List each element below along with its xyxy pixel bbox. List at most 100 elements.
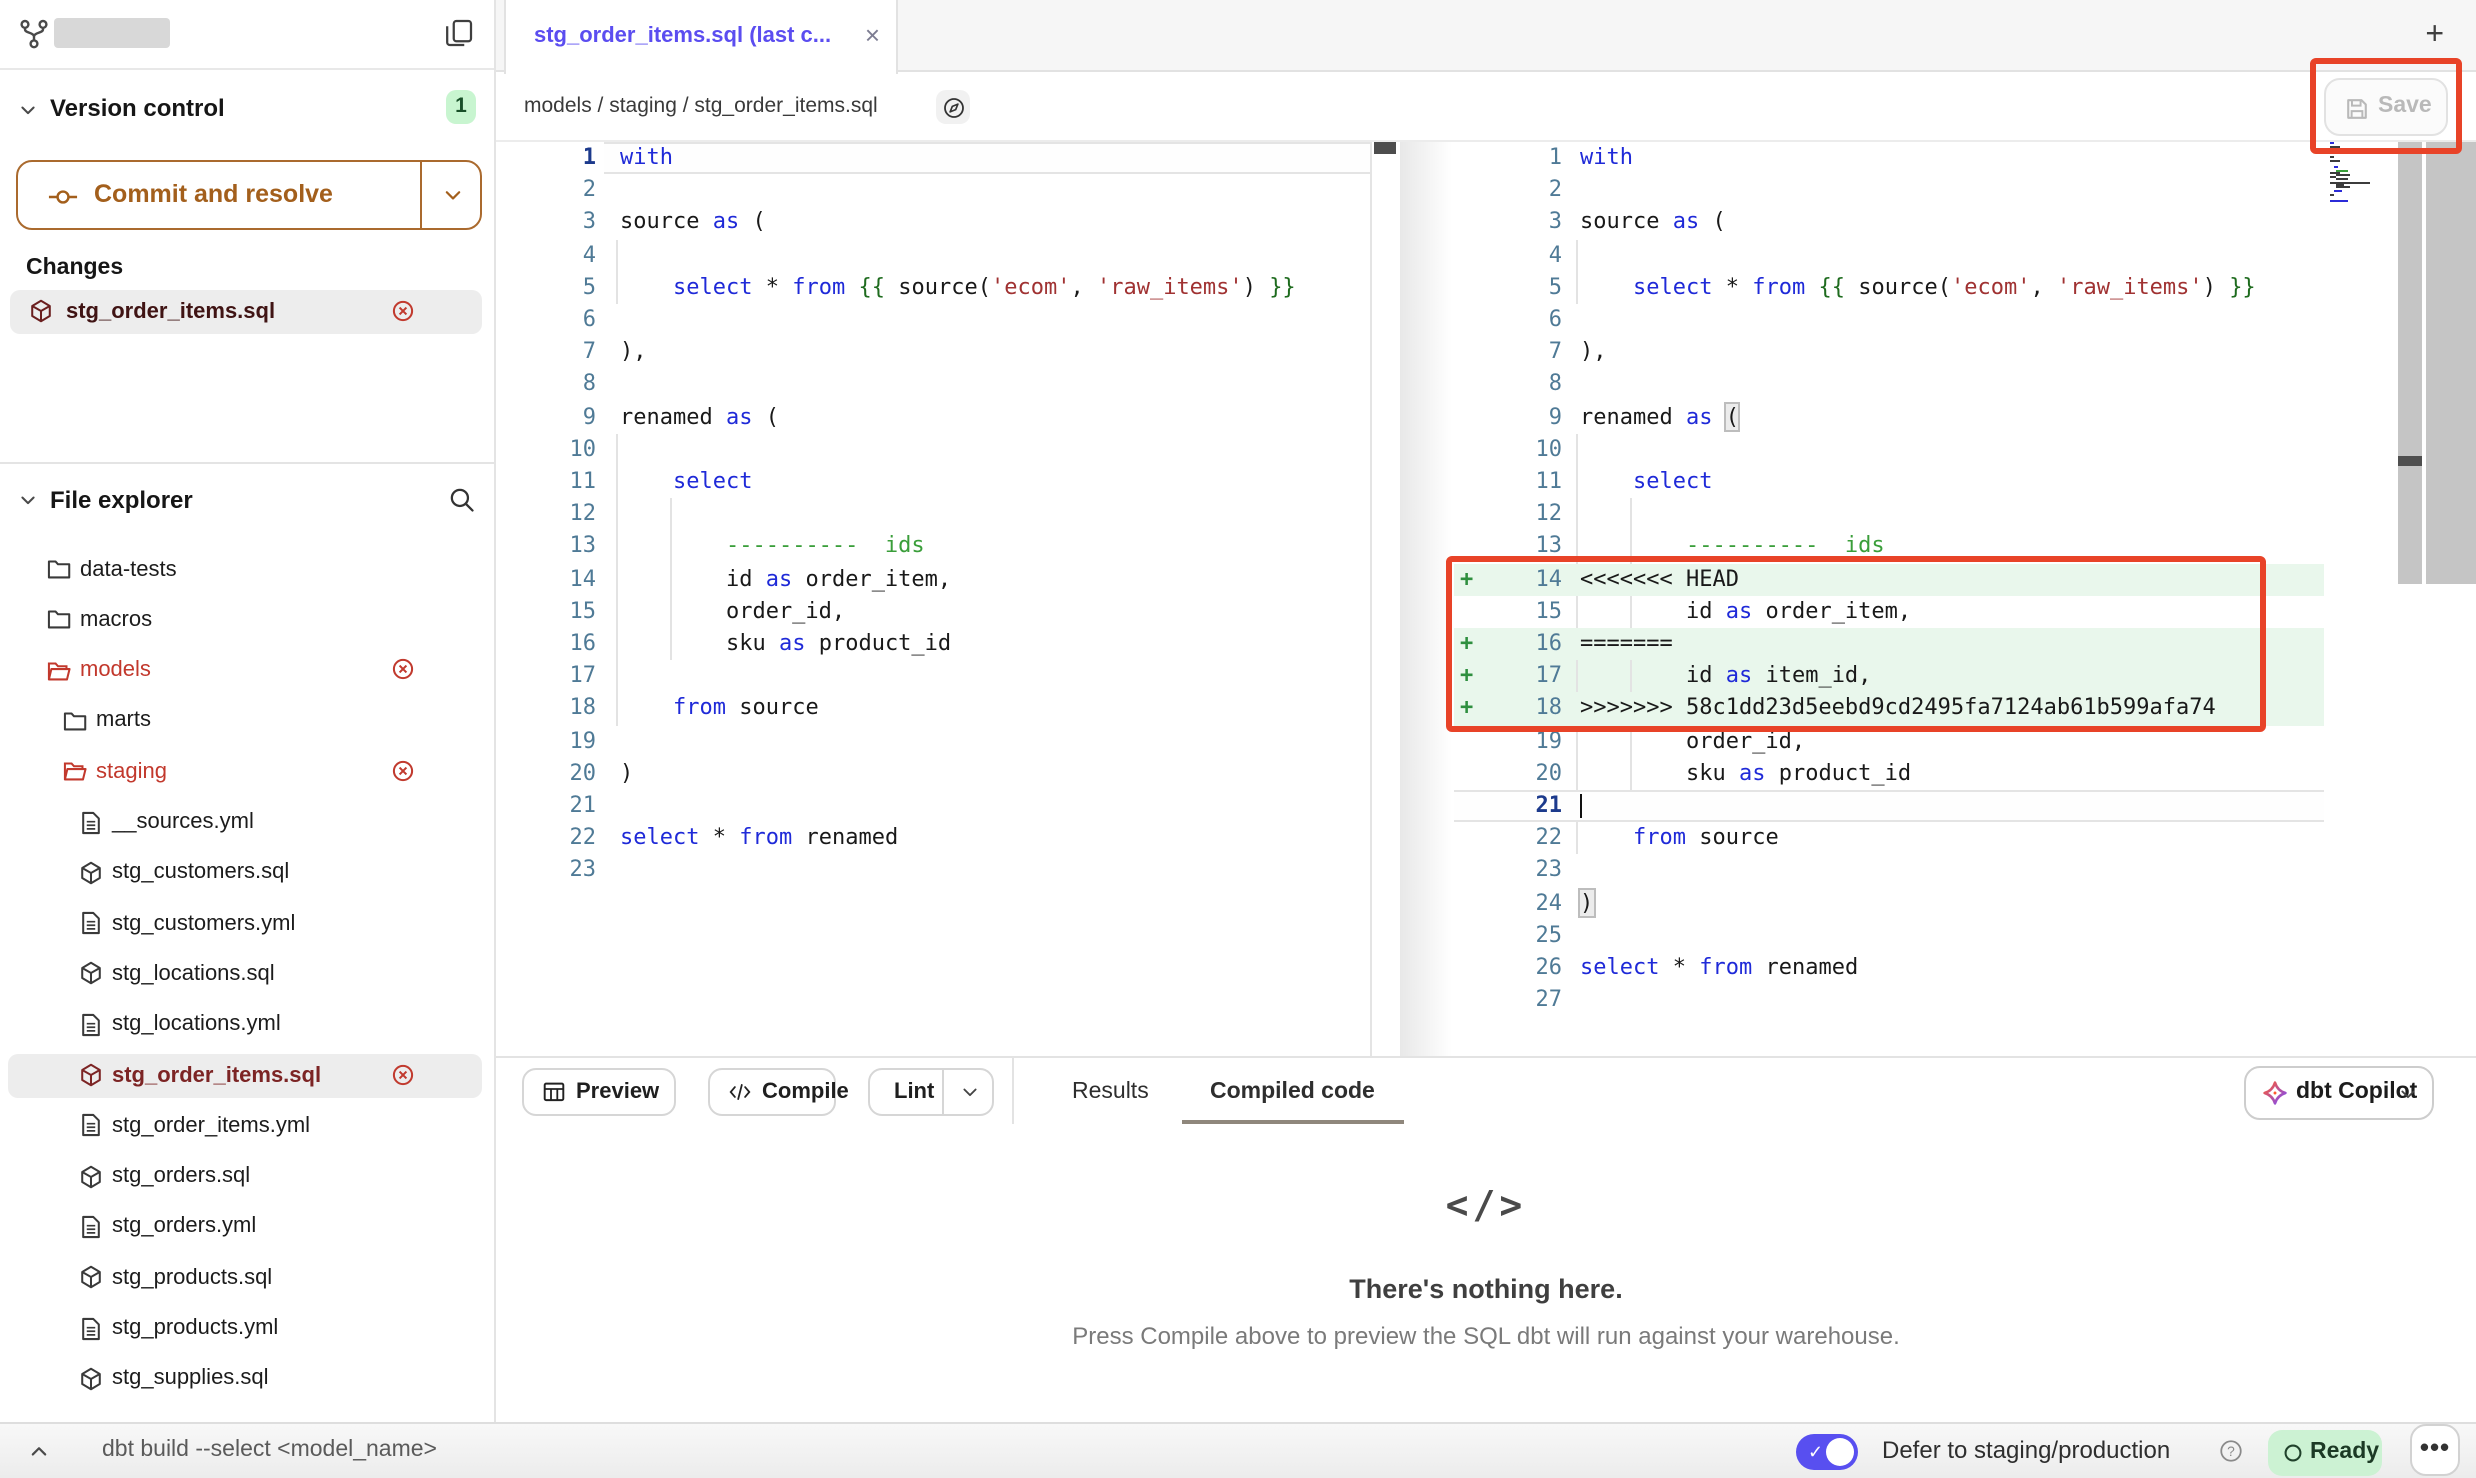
commit-and-resolve-button[interactable]: Commit and resolve — [16, 160, 482, 230]
code-line[interactable]: +16======= — [1454, 628, 2396, 660]
overflow-menu-button[interactable]: ••• — [2410, 1424, 2460, 1476]
file-row-stg_customers.sql[interactable]: stg_customers.sql — [8, 851, 482, 895]
discard-change-icon[interactable] — [390, 656, 416, 682]
file-row-stg_orders.yml[interactable]: stg_orders.yml — [8, 1205, 482, 1249]
code-line[interactable]: +17 id as item_id, — [1454, 660, 2396, 692]
code-line[interactable]: 21 — [1454, 790, 2396, 822]
file-row-models[interactable]: models — [8, 648, 482, 692]
changed-file-row[interactable]: stg_order_items.sql — [10, 290, 482, 334]
chevron-down-icon[interactable] — [18, 100, 38, 120]
dbt-copilot-button[interactable]: dbt Copilot — [2244, 1065, 2434, 1119]
code-line[interactable]: 15 id as order_item, — [1454, 596, 2396, 628]
tab-compiled-code[interactable]: Compiled code — [1210, 1058, 1375, 1126]
code-line[interactable]: 2 — [496, 174, 1370, 206]
editor-scrollbar-thumb[interactable] — [2398, 456, 2422, 465]
tab-results[interactable]: Results — [1072, 1058, 1149, 1126]
file-row-__sources.yml[interactable]: __sources.yml — [8, 800, 482, 844]
chevron-up-icon[interactable] — [28, 1440, 50, 1462]
code-line[interactable]: 12 — [1454, 498, 2396, 530]
code-line[interactable]: 8 — [496, 369, 1370, 401]
editor-scrollbar-track[interactable] — [2398, 142, 2422, 584]
code-line[interactable]: +14<<<<<<< HEAD — [1454, 563, 2396, 595]
code-line[interactable]: 10 — [496, 434, 1370, 466]
lint-button[interactable]: Lint — [868, 1068, 994, 1116]
command-input[interactable]: dbt build --select <model_name> — [102, 1424, 437, 1478]
code-line[interactable]: 20) — [496, 758, 1370, 790]
code-line[interactable]: 25 — [1454, 920, 2396, 952]
code-line[interactable]: 2 — [1454, 174, 2396, 206]
lint-options-chevron-icon[interactable] — [960, 1082, 980, 1102]
editor-original[interactable]: 1with23source as (45 select * from {{ so… — [496, 142, 1372, 1056]
code-line[interactable]: 1with — [1454, 142, 2396, 174]
file-row-macros[interactable]: macros — [8, 598, 482, 642]
code-line[interactable]: 21 — [496, 790, 1370, 822]
code-line[interactable]: 6 — [496, 304, 1370, 336]
search-icon[interactable] — [448, 486, 476, 514]
code-line[interactable]: 19 — [496, 725, 1370, 757]
code-line[interactable]: 20 sku as product_id — [1454, 758, 2396, 790]
code-line[interactable]: 16 sku as product_id — [496, 628, 1370, 660]
chevron-down-icon[interactable] — [18, 490, 38, 510]
code-line[interactable]: 1with — [496, 142, 1370, 174]
code-line[interactable]: 22 from source — [1454, 822, 2396, 854]
file-row-stg_order_items.yml[interactable]: stg_order_items.yml — [8, 1104, 482, 1148]
close-icon[interactable]: × — [865, 0, 880, 72]
new-tab-button[interactable]: + — [2425, 0, 2444, 72]
code-line[interactable]: 4 — [1454, 239, 2396, 271]
code-line[interactable]: +18>>>>>>> 58c1dd23d5eebd9cd2495fa7124ab… — [1454, 693, 2396, 725]
editor-working[interactable]: 1with23source as (45 select * from {{ so… — [1454, 142, 2396, 1056]
code-line[interactable]: 4 — [496, 239, 1370, 271]
code-line[interactable]: 14 id as order_item, — [496, 563, 1370, 595]
file-row-stg_locations.yml[interactable]: stg_locations.yml — [8, 1002, 482, 1046]
code-line[interactable]: 26select * from renamed — [1454, 952, 2396, 984]
code-line[interactable]: 7), — [496, 336, 1370, 368]
file-row-stg_order_items.sql[interactable]: stg_order_items.sql — [8, 1053, 482, 1097]
left-editor-scrollbar[interactable] — [1374, 142, 1396, 153]
copy-icon[interactable] — [444, 18, 474, 48]
compile-button[interactable]: Compile — [708, 1068, 836, 1116]
lineage-compass-icon[interactable] — [936, 90, 970, 124]
file-row-staging[interactable]: staging — [8, 749, 482, 793]
code-line[interactable]: 15 order_id, — [496, 596, 1370, 628]
commit-options-chevron-icon[interactable] — [442, 184, 464, 206]
file-row-stg_locations.sql[interactable]: stg_locations.sql — [8, 952, 482, 996]
code-line[interactable]: 5 select * from {{ source('ecom', 'raw_i… — [1454, 272, 2396, 304]
code-line[interactable]: 9renamed as ( — [1454, 401, 2396, 433]
help-icon[interactable]: ? — [2218, 1438, 2244, 1464]
code-line[interactable]: 3source as ( — [1454, 207, 2396, 239]
save-button[interactable]: Save — [2324, 78, 2448, 136]
file-row-stg_products.yml[interactable]: stg_products.yml — [8, 1306, 482, 1350]
code-line[interactable]: 13 ---------- ids — [1454, 531, 2396, 563]
defer-toggle[interactable]: ✓ — [1796, 1434, 1858, 1470]
file-row-stg_products.sql[interactable]: stg_products.sql — [8, 1255, 482, 1299]
code-line[interactable]: 19 order_id, — [1454, 725, 2396, 757]
code-line[interactable]: 8 — [1454, 369, 2396, 401]
code-line[interactable]: 23 — [1454, 855, 2396, 887]
file-row-marts[interactable]: marts — [8, 699, 482, 743]
code-line[interactable]: 6 — [1454, 304, 2396, 336]
code-line[interactable]: 5 select * from {{ source('ecom', 'raw_i… — [496, 272, 1370, 304]
code-line[interactable]: 18 from source — [496, 693, 1370, 725]
preview-button[interactable]: Preview — [522, 1068, 676, 1116]
tab-stg-order-items[interactable]: stg_order_items.sql (last c... × — [504, 0, 898, 74]
code-line[interactable]: 13 ---------- ids — [496, 531, 1370, 563]
discard-change-icon[interactable] — [390, 757, 416, 783]
file-row-stg_supplies.sql[interactable]: stg_supplies.sql — [8, 1357, 482, 1401]
file-row-stg_customers.yml[interactable]: stg_customers.yml — [8, 901, 482, 945]
file-row-stg_orders.sql[interactable]: stg_orders.sql — [8, 1154, 482, 1198]
code-line[interactable]: 17 — [496, 660, 1370, 692]
discard-change-icon[interactable] — [390, 1061, 416, 1087]
code-line[interactable]: 27 — [1454, 984, 2396, 1016]
code-line[interactable]: 11 select — [1454, 466, 2396, 498]
code-line[interactable]: 7), — [1454, 336, 2396, 368]
discard-change-icon[interactable] — [390, 298, 416, 324]
code-line[interactable]: 24) — [1454, 887, 2396, 919]
code-line[interactable]: 12 — [496, 498, 1370, 530]
code-line[interactable]: 3source as ( — [496, 207, 1370, 239]
code-line[interactable]: 10 — [1454, 434, 2396, 466]
file-row-data-tests[interactable]: data-tests — [8, 547, 482, 591]
code-line[interactable]: 9renamed as ( — [496, 401, 1370, 433]
minimap[interactable] — [2330, 142, 2396, 222]
code-line[interactable]: 23 — [496, 855, 1370, 887]
code-line[interactable]: 22select * from renamed — [496, 822, 1370, 854]
